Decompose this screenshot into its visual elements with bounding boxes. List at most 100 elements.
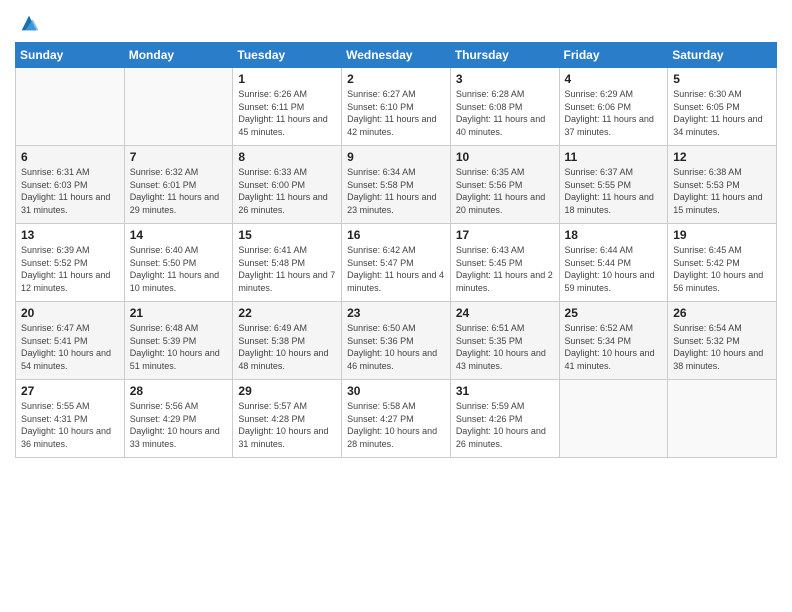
calendar-cell: 9 Sunrise: 6:34 AMSunset: 5:58 PMDaylight… [342, 146, 451, 224]
day-header-tuesday: Tuesday [233, 43, 342, 68]
day-info: Sunrise: 6:49 AMSunset: 5:38 PMDaylight:… [238, 322, 336, 372]
day-info: Sunrise: 6:48 AMSunset: 5:39 PMDaylight:… [130, 322, 228, 372]
logo-icon [18, 12, 40, 34]
calendar-cell: 25 Sunrise: 6:52 AMSunset: 5:34 PMDayligh… [559, 302, 668, 380]
day-number: 5 [673, 72, 771, 86]
day-number: 20 [21, 306, 119, 320]
day-info: Sunrise: 6:44 AMSunset: 5:44 PMDaylight:… [565, 244, 663, 294]
day-info: Sunrise: 6:26 AMSunset: 6:11 PMDaylight:… [238, 88, 336, 138]
calendar-cell: 24 Sunrise: 6:51 AMSunset: 5:35 PMDayligh… [450, 302, 559, 380]
day-number: 23 [347, 306, 445, 320]
calendar-cell: 23 Sunrise: 6:50 AMSunset: 5:36 PMDayligh… [342, 302, 451, 380]
calendar-week-3: 13 Sunrise: 6:39 AMSunset: 5:52 PMDayligh… [16, 224, 777, 302]
day-info: Sunrise: 6:41 AMSunset: 5:48 PMDaylight:… [238, 244, 336, 294]
day-number: 2 [347, 72, 445, 86]
calendar-week-4: 20 Sunrise: 6:47 AMSunset: 5:41 PMDayligh… [16, 302, 777, 380]
calendar-cell: 12 Sunrise: 6:38 AMSunset: 5:53 PMDayligh… [668, 146, 777, 224]
day-number: 7 [130, 150, 228, 164]
day-number: 16 [347, 228, 445, 242]
day-number: 19 [673, 228, 771, 242]
calendar-cell: 16 Sunrise: 6:42 AMSunset: 5:47 PMDayligh… [342, 224, 451, 302]
day-number: 25 [565, 306, 663, 320]
calendar-cell: 10Sunrise: 6:35 AMSunset: 5:56 PMDayligh… [450, 146, 559, 224]
day-info: Sunrise: 6:28 AMSunset: 6:08 PMDaylight:… [456, 88, 554, 138]
day-info: Sunrise: 6:37 AMSunset: 5:55 PMDaylight:… [565, 166, 663, 216]
calendar-cell: 5 Sunrise: 6:30 AMSunset: 6:05 PMDaylight… [668, 68, 777, 146]
calendar-cell: 13 Sunrise: 6:39 AMSunset: 5:52 PMDayligh… [16, 224, 125, 302]
calendar-cell: 30 Sunrise: 5:58 AMSunset: 4:27 PMDayligh… [342, 380, 451, 458]
calendar-cell: 3 Sunrise: 6:28 AMSunset: 6:08 PMDaylight… [450, 68, 559, 146]
calendar-cell [16, 68, 125, 146]
day-info: Sunrise: 6:33 AMSunset: 6:00 PMDaylight:… [238, 166, 336, 216]
calendar-cell: 31 Sunrise: 5:59 AMSunset: 4:26 PMDayligh… [450, 380, 559, 458]
day-header-wednesday: Wednesday [342, 43, 451, 68]
calendar-cell: 27 Sunrise: 5:55 AMSunset: 4:31 PMDayligh… [16, 380, 125, 458]
calendar-cell: 19 Sunrise: 6:45 AMSunset: 5:42 PMDayligh… [668, 224, 777, 302]
calendar-cell: 7Sunrise: 6:32 AMSunset: 6:01 PMDaylight… [124, 146, 233, 224]
calendar-cell: 26Sunrise: 6:54 AMSunset: 5:32 PMDayligh… [668, 302, 777, 380]
day-number: 10 [456, 150, 554, 164]
calendar-week-5: 27 Sunrise: 5:55 AMSunset: 4:31 PMDayligh… [16, 380, 777, 458]
day-number: 31 [456, 384, 554, 398]
day-info: Sunrise: 6:38 AMSunset: 5:53 PMDaylight:… [673, 166, 771, 216]
header [15, 10, 777, 34]
calendar-cell: 22Sunrise: 6:49 AMSunset: 5:38 PMDayligh… [233, 302, 342, 380]
calendar-table: SundayMondayTuesdayWednesdayThursdayFrid… [15, 42, 777, 458]
day-number: 17 [456, 228, 554, 242]
calendar-cell: 14 Sunrise: 6:40 AMSunset: 5:50 PMDayligh… [124, 224, 233, 302]
calendar-week-1: 1 Sunrise: 6:26 AMSunset: 6:11 PMDaylight… [16, 68, 777, 146]
day-header-friday: Friday [559, 43, 668, 68]
day-number: 4 [565, 72, 663, 86]
calendar-cell: 21 Sunrise: 6:48 AMSunset: 5:39 PMDayligh… [124, 302, 233, 380]
day-number: 3 [456, 72, 554, 86]
day-info: Sunrise: 5:56 AMSunset: 4:29 PMDaylight:… [130, 400, 228, 450]
calendar-cell: 8Sunrise: 6:33 AMSunset: 6:00 PMDaylight… [233, 146, 342, 224]
day-number: 18 [565, 228, 663, 242]
day-number: 14 [130, 228, 228, 242]
day-number: 11 [565, 150, 663, 164]
day-number: 30 [347, 384, 445, 398]
day-header-monday: Monday [124, 43, 233, 68]
day-info: Sunrise: 6:50 AMSunset: 5:36 PMDaylight:… [347, 322, 445, 372]
day-info: Sunrise: 5:55 AMSunset: 4:31 PMDaylight:… [21, 400, 119, 450]
day-number: 13 [21, 228, 119, 242]
day-header-saturday: Saturday [668, 43, 777, 68]
day-number: 28 [130, 384, 228, 398]
day-number: 21 [130, 306, 228, 320]
day-info: Sunrise: 6:43 AMSunset: 5:45 PMDaylight:… [456, 244, 554, 294]
calendar-week-2: 6Sunrise: 6:31 AMSunset: 6:03 PMDaylight… [16, 146, 777, 224]
calendar-cell: 17 Sunrise: 6:43 AMSunset: 5:45 PMDayligh… [450, 224, 559, 302]
day-number: 27 [21, 384, 119, 398]
calendar-body: 1 Sunrise: 6:26 AMSunset: 6:11 PMDaylight… [16, 68, 777, 458]
day-info: Sunrise: 6:54 AMSunset: 5:32 PMDaylight:… [673, 322, 771, 372]
day-number: 24 [456, 306, 554, 320]
calendar-cell: 1 Sunrise: 6:26 AMSunset: 6:11 PMDaylight… [233, 68, 342, 146]
page: SundayMondayTuesdayWednesdayThursdayFrid… [0, 0, 792, 612]
day-info: Sunrise: 5:58 AMSunset: 4:27 PMDaylight:… [347, 400, 445, 450]
calendar-cell: 11 Sunrise: 6:37 AMSunset: 5:55 PMDayligh… [559, 146, 668, 224]
day-number: 1 [238, 72, 336, 86]
day-info: Sunrise: 6:30 AMSunset: 6:05 PMDaylight:… [673, 88, 771, 138]
day-info: Sunrise: 6:52 AMSunset: 5:34 PMDaylight:… [565, 322, 663, 372]
day-info: Sunrise: 6:42 AMSunset: 5:47 PMDaylight:… [347, 244, 445, 294]
day-info: Sunrise: 6:29 AMSunset: 6:06 PMDaylight:… [565, 88, 663, 138]
calendar-header-row: SundayMondayTuesdayWednesdayThursdayFrid… [16, 43, 777, 68]
day-info: Sunrise: 6:51 AMSunset: 5:35 PMDaylight:… [456, 322, 554, 372]
calendar-cell: 2Sunrise: 6:27 AMSunset: 6:10 PMDaylight… [342, 68, 451, 146]
day-info: Sunrise: 6:40 AMSunset: 5:50 PMDaylight:… [130, 244, 228, 294]
calendar-cell: 15 Sunrise: 6:41 AMSunset: 5:48 PMDayligh… [233, 224, 342, 302]
calendar-cell [668, 380, 777, 458]
calendar-cell: 28 Sunrise: 5:56 AMSunset: 4:29 PMDayligh… [124, 380, 233, 458]
day-info: Sunrise: 6:31 AMSunset: 6:03 PMDaylight:… [21, 166, 119, 216]
day-info: Sunrise: 6:45 AMSunset: 5:42 PMDaylight:… [673, 244, 771, 294]
calendar-cell [124, 68, 233, 146]
calendar-cell: 4 Sunrise: 6:29 AMSunset: 6:06 PMDaylight… [559, 68, 668, 146]
day-number: 15 [238, 228, 336, 242]
day-number: 12 [673, 150, 771, 164]
day-info: Sunrise: 6:47 AMSunset: 5:41 PMDaylight:… [21, 322, 119, 372]
day-info: Sunrise: 6:34 AMSunset: 5:58 PMDaylight:… [347, 166, 445, 216]
day-number: 9 [347, 150, 445, 164]
day-info: Sunrise: 6:39 AMSunset: 5:52 PMDaylight:… [21, 244, 119, 294]
day-info: Sunrise: 5:59 AMSunset: 4:26 PMDaylight:… [456, 400, 554, 450]
day-info: Sunrise: 5:57 AMSunset: 4:28 PMDaylight:… [238, 400, 336, 450]
